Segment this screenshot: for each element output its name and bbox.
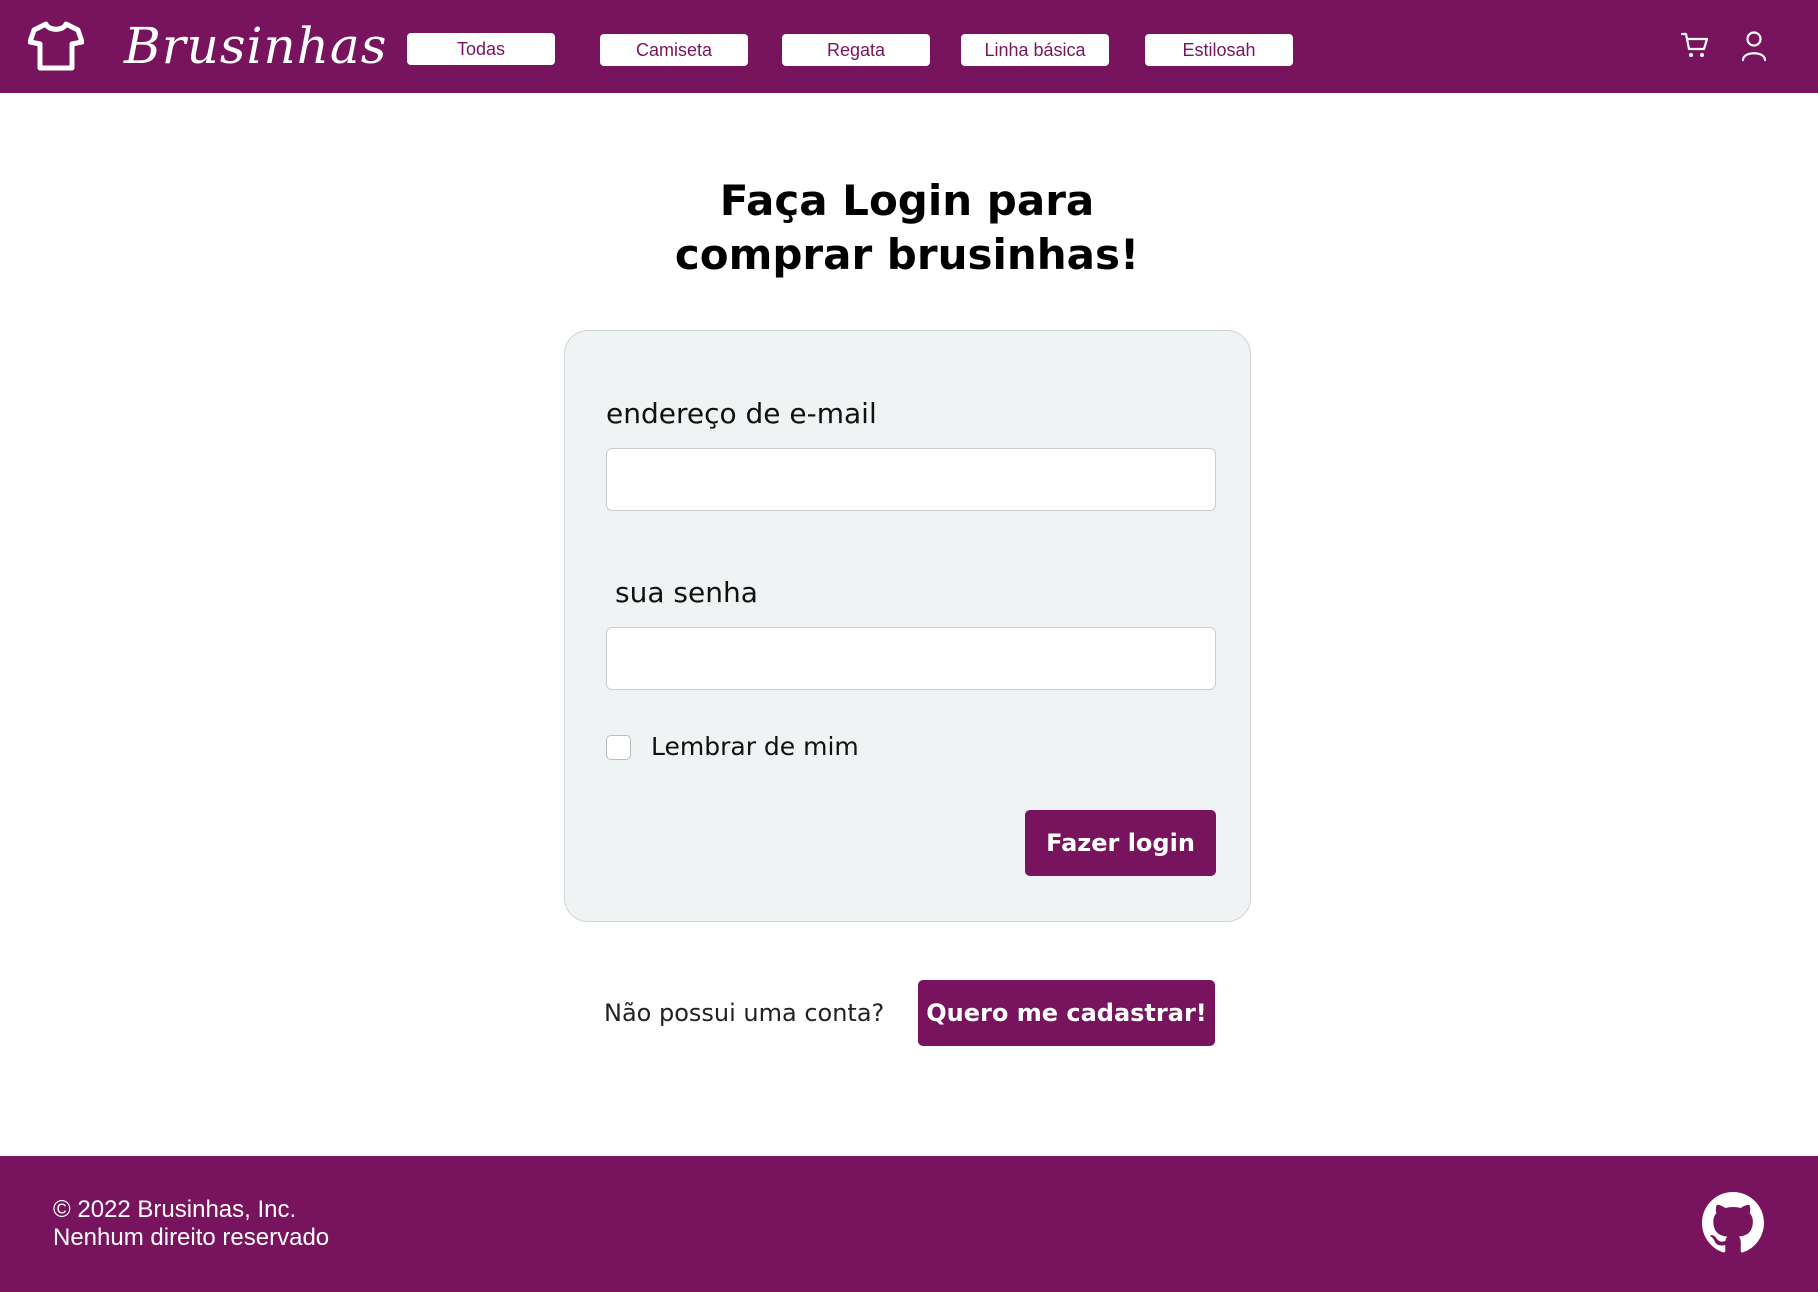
page-title: Faça Login para comprar brusinhas! — [560, 174, 1254, 282]
email-label: endereço de e-mail — [606, 397, 877, 430]
footer-rights: Nenhum direito reservado — [53, 1224, 330, 1251]
nav-camiseta-button[interactable]: Camiseta — [600, 34, 748, 66]
email-field[interactable] — [606, 448, 1216, 511]
remember-me-label[interactable]: Lembrar de mim — [651, 731, 859, 763]
cart-icon[interactable] — [1680, 30, 1710, 60]
password-field[interactable] — [606, 627, 1216, 690]
top-navigation-bar: Brusinhas Todas Camiseta Regata Linha bá… — [0, 0, 1818, 93]
user-icon[interactable] — [1741, 30, 1767, 62]
nav-todas-button[interactable]: Todas — [407, 33, 555, 65]
signup-button[interactable]: Quero me cadastrar! — [918, 980, 1215, 1046]
login-form-card: endereço de e-mail sua senha Lembrar de … — [564, 330, 1251, 922]
nav-regata-button[interactable]: Regata — [782, 34, 930, 66]
tshirt-icon[interactable] — [28, 20, 84, 72]
brand-logo-text[interactable]: Brusinhas — [124, 14, 387, 78]
no-account-prompt: Não possui uma conta? — [604, 999, 885, 1027]
footer-copyright: © 2022 Brusinhas, Inc. — [53, 1196, 297, 1223]
remember-me-checkbox[interactable] — [606, 735, 631, 760]
nav-estilosah-button[interactable]: Estilosah — [1145, 34, 1293, 66]
password-label: sua senha — [615, 576, 758, 609]
github-icon[interactable] — [1702, 1192, 1764, 1254]
page-title-line-2: comprar brusinhas! — [674, 230, 1140, 279]
nav-linha-basica-button[interactable]: Linha básica — [961, 34, 1109, 66]
login-button[interactable]: Fazer login — [1025, 810, 1216, 876]
page-title-line-1: Faça Login para — [719, 176, 1095, 225]
footer: © 2022 Brusinhas, Inc. Nenhum direito re… — [0, 1156, 1818, 1292]
